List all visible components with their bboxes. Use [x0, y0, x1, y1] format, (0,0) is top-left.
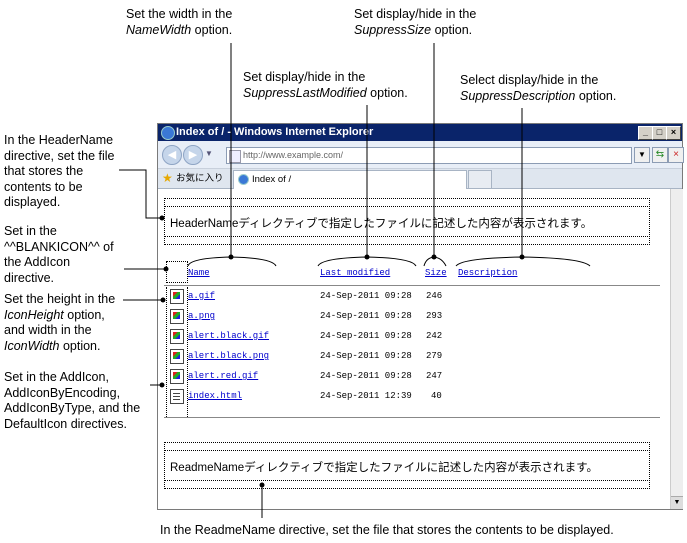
file-name-link[interactable]: alert.black.gif: [188, 331, 269, 341]
annotation-readme-name: In the ReadmeName directive, set the fil…: [160, 523, 614, 537]
image-file-icon: [170, 369, 184, 384]
annotation-blank-icon: Set in the ^^BLANKICON^^ of the AddIcon …: [4, 224, 114, 285]
annotation-suppress-size: Set display/hide in the SuppressSize opt…: [354, 7, 477, 37]
image-file-icon: [170, 329, 184, 344]
annotation-name-width: Set the width in the NameWidth option.: [126, 7, 233, 37]
file-name-link[interactable]: a.gif: [188, 291, 215, 301]
refresh-button[interactable]: ⇆: [652, 147, 668, 163]
close-button[interactable]: ×: [666, 126, 681, 140]
browser-window: Index of / - Windows Internet Explorer _…: [157, 123, 684, 510]
file-size: 279: [426, 351, 443, 361]
file-date: 24-Sep-2011 09:28: [320, 351, 412, 361]
tab-bar: ★ お気に入り Index of /: [158, 169, 682, 189]
column-header-last-modified[interactable]: Last modified: [320, 268, 390, 278]
tab-index[interactable]: Index of /: [233, 170, 467, 189]
file-date: 24-Sep-2011 12:39: [320, 391, 412, 401]
readme-box: ReadmeNameディレクティブで指定したファイルに記述した内容が表示されます…: [164, 442, 650, 490]
forward-button[interactable]: ▶: [183, 145, 203, 165]
image-file-icon: [170, 289, 184, 304]
column-header-name[interactable]: Name: [188, 268, 210, 278]
favorites-button[interactable]: お気に入り: [176, 169, 224, 188]
tab-ie-icon: [238, 174, 249, 185]
stop-button[interactable]: ×: [668, 147, 684, 163]
header-divider: [164, 285, 660, 286]
annotation-add-icon: Set in the AddIcon, AddIconByEncoding, A…: [4, 370, 141, 431]
ie-logo-icon: [161, 126, 175, 140]
history-dropdown-icon[interactable]: ▼: [205, 149, 213, 158]
file-size: 247: [426, 371, 443, 381]
readme-text: ReadmeNameディレクティブで指定したファイルに記述した内容が表示されます…: [170, 462, 598, 474]
new-tab-button[interactable]: [468, 170, 492, 188]
file-name-link[interactable]: alert.black.png: [188, 351, 269, 361]
file-date: 24-Sep-2011 09:28: [320, 331, 412, 341]
window-title: Index of / - Windows Internet Explorer: [176, 126, 374, 138]
header-box: HeaderNameディレクティブで指定したファイルに記述した内容が表示されます…: [164, 198, 650, 245]
image-file-icon: [170, 349, 184, 364]
blank-icon-area: [166, 261, 188, 283]
header-text: HeaderNameディレクティブで指定したファイルに記述した内容が表示されます…: [170, 218, 593, 230]
page-icon: [229, 150, 241, 163]
file-size: 242: [426, 331, 443, 341]
file-size: 293: [426, 311, 443, 321]
page-content: HeaderNameディレクティブで指定したファイルに記述した内容が表示されます…: [158, 189, 670, 509]
file-date: 24-Sep-2011 09:28: [320, 291, 412, 301]
annotation-icon-size: Set the height in the IconHeight option,…: [4, 292, 116, 353]
file-name-link[interactable]: alert.red.gif: [188, 371, 258, 381]
annotation-header-name: In the HeaderName directive, set the fil…: [4, 133, 115, 209]
annotation-suppress-description: Select display/hide in the SuppressDescr…: [460, 73, 617, 103]
navigation-bar: ◀ ▶ ▼ http://www.example.com/ ▼ ⇆ ×: [158, 141, 684, 169]
favorites-star-icon[interactable]: ★: [162, 169, 173, 188]
image-file-icon: [170, 309, 184, 324]
file-size: 40: [431, 391, 442, 401]
file-name-link[interactable]: index.html: [188, 391, 242, 401]
address-bar[interactable]: http://www.example.com/: [226, 147, 632, 164]
maximize-button[interactable]: □: [652, 126, 667, 140]
back-button[interactable]: ◀: [162, 145, 182, 165]
file-date: 24-Sep-2011 09:28: [320, 371, 412, 381]
column-header-description[interactable]: Description: [458, 268, 517, 278]
scroll-down-arrow[interactable]: ▼: [671, 496, 683, 509]
footer-divider: [164, 417, 660, 418]
vertical-scrollbar[interactable]: ▼: [670, 189, 683, 509]
address-dropdown-button[interactable]: ▼: [634, 147, 650, 163]
tab-title: Index of /: [252, 174, 292, 185]
annotation-suppress-last-modified: Set display/hide in the SuppressLastModi…: [243, 70, 408, 100]
title-bar: Index of / - Windows Internet Explorer _…: [158, 124, 682, 141]
text-file-icon: [170, 389, 184, 404]
file-size: 246: [426, 291, 443, 301]
file-name-link[interactable]: a.png: [188, 311, 215, 321]
address-text: http://www.example.com/: [243, 150, 344, 160]
file-date: 24-Sep-2011 09:28: [320, 311, 412, 321]
minimize-button[interactable]: _: [638, 126, 653, 140]
column-header-size[interactable]: Size: [425, 268, 447, 278]
